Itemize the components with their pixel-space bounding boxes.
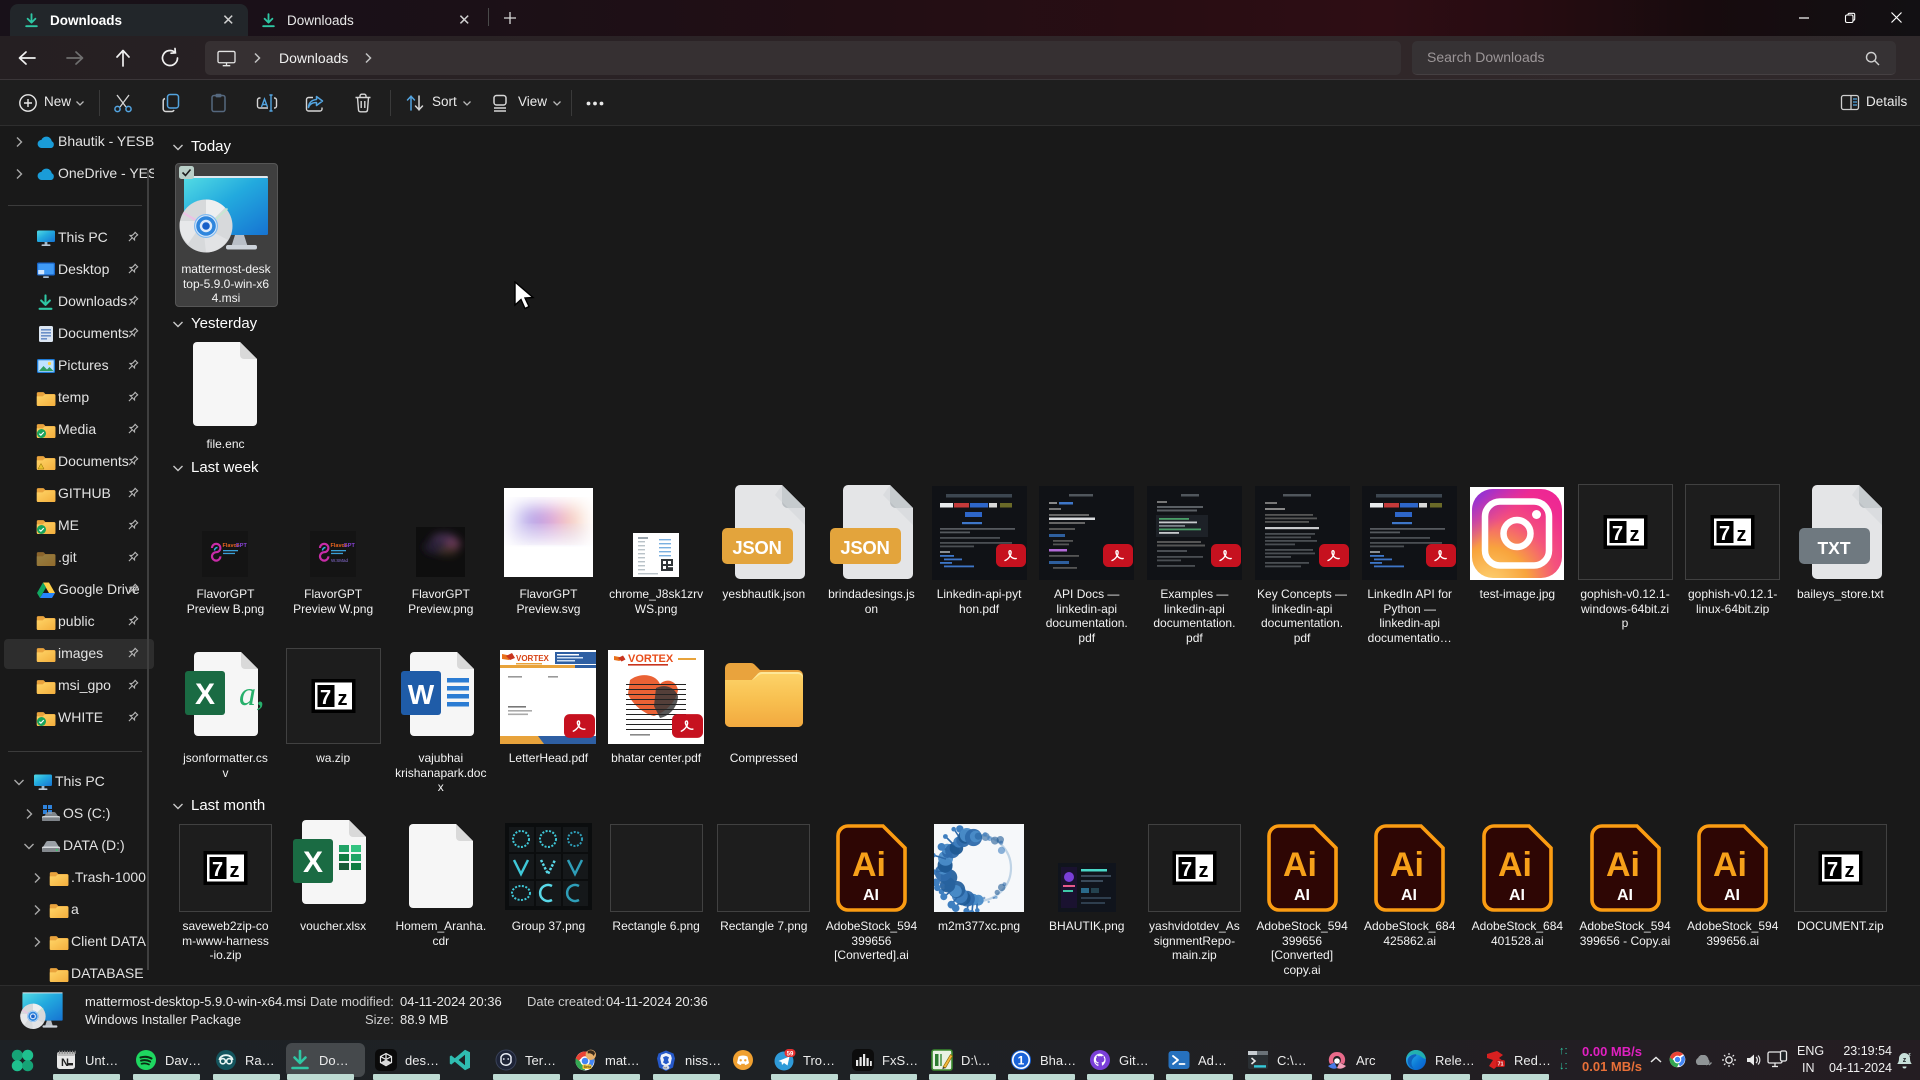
svg-text:GPT: GPT	[236, 543, 248, 549]
svg-text:GPT: GPT	[344, 543, 356, 549]
svg-text:X: X	[195, 678, 215, 711]
svg-text:VORTEX: VORTEX	[628, 653, 674, 665]
svg-text:Beta: Beta	[584, 1065, 591, 1069]
svg-text:a,: a,	[239, 676, 265, 713]
svg-text:z: z	[1903, 1057, 1907, 1064]
svg-text:z: z	[1908, 1052, 1911, 1058]
svg-text:N: N	[61, 1057, 69, 1069]
svg-text:71: 71	[1497, 1062, 1503, 1068]
svg-text:59: 59	[787, 1051, 794, 1057]
svg-text:VORTEX: VORTEX	[516, 654, 550, 663]
svg-text:1: 1	[1018, 1054, 1025, 1068]
svg-text:W.SMad: W.SMad	[331, 558, 349, 563]
svg-text:bot: bot	[664, 1066, 668, 1070]
svg-text:W: W	[408, 679, 435, 710]
svg-text:X: X	[303, 846, 323, 879]
